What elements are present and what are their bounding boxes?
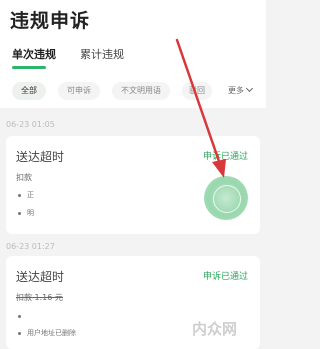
watermark: 内众网	[192, 320, 238, 338]
annotation-arrow-icon	[175, 38, 226, 178]
